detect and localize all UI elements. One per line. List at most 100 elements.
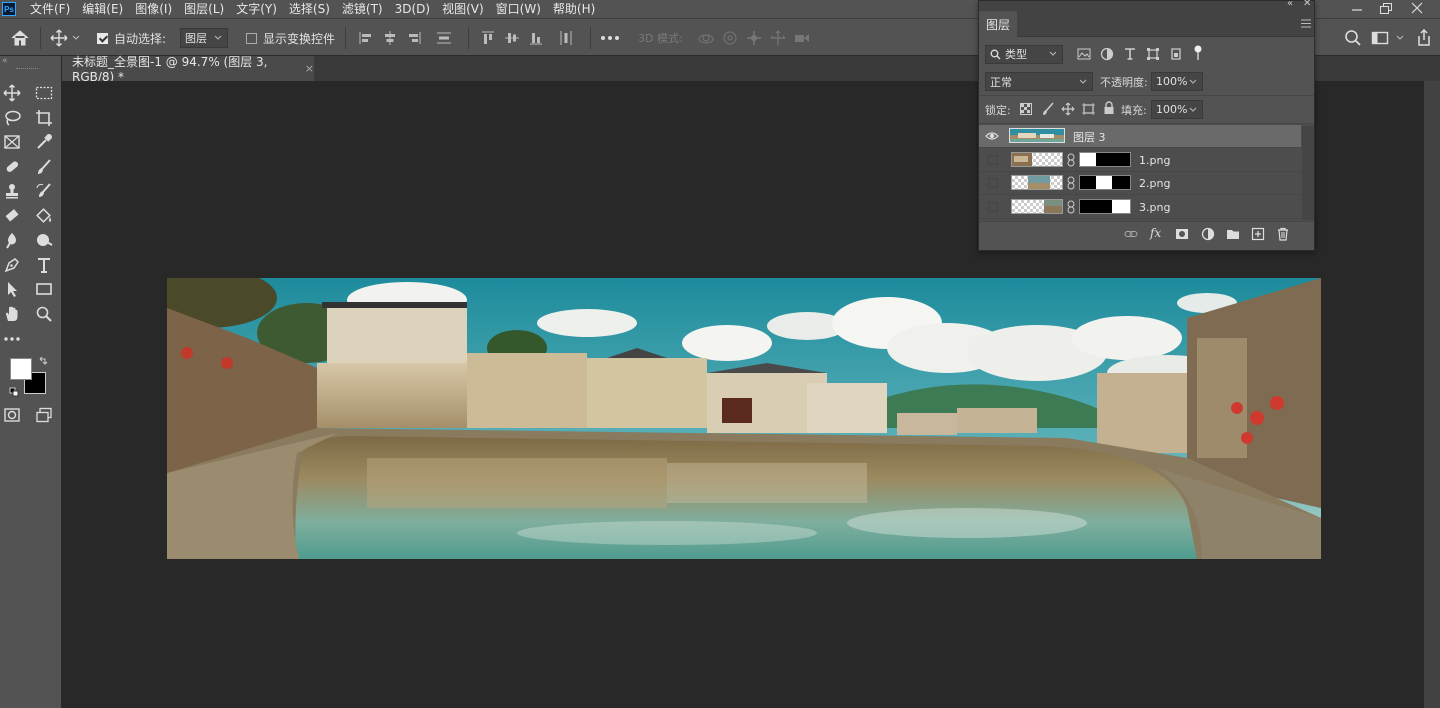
distribute-vertical-icon[interactable] (436, 30, 452, 46)
auto-select-target-dropdown[interactable]: 图层 (180, 28, 228, 48)
layer-mask-thumbnail[interactable] (1079, 175, 1131, 190)
foreground-color-swatch-top[interactable] (10, 358, 32, 380)
brush-tool[interactable] (32, 156, 56, 178)
layer-name[interactable]: 2.png (1139, 177, 1170, 190)
layer-name[interactable]: 3.png (1139, 201, 1170, 214)
clone-stamp-tool[interactable] (0, 180, 24, 202)
close-window-icon[interactable] (1411, 2, 1423, 14)
move-tool-preset[interactable] (50, 19, 81, 57)
menu-3d[interactable]: 3D(D) (389, 0, 436, 18)
history-brush-tool[interactable] (32, 180, 56, 202)
marquee-tool[interactable] (32, 82, 56, 104)
eye-icon[interactable] (985, 129, 999, 143)
document-tab[interactable]: 未标题_全景图-1 @ 94.7% (图层 3, RGB/8) * × (62, 55, 314, 84)
opacity-input[interactable]: 100% (1151, 72, 1203, 91)
frame-tool[interactable] (0, 131, 24, 153)
dodge-tool[interactable] (32, 229, 56, 251)
roll-3d-icon[interactable] (721, 30, 739, 46)
filter-type-icon[interactable] (1123, 47, 1137, 61)
zoom-tool[interactable] (32, 303, 56, 325)
pan-3d-icon[interactable] (745, 30, 763, 46)
layer-row[interactable]: 2.png (979, 172, 1301, 195)
show-transform-option[interactable]: 显示变换控件 (246, 19, 335, 57)
link-icon[interactable] (1067, 200, 1075, 214)
new-layer-icon[interactable] (1251, 227, 1265, 241)
align-right-icon[interactable] (406, 30, 422, 46)
type-tool[interactable] (32, 254, 56, 276)
pen-tool[interactable] (0, 254, 24, 276)
align-bottom-icon[interactable] (528, 30, 544, 46)
lock-position-icon[interactable] (1061, 102, 1075, 116)
eyedropper-tool[interactable] (32, 131, 56, 153)
collapse-panel-icon[interactable]: « (1287, 0, 1293, 9)
rectangle-tool[interactable] (32, 278, 56, 300)
menu-type[interactable]: 文字(Y) (230, 0, 283, 18)
restore-icon[interactable] (1379, 2, 1393, 15)
show-transform-checkbox[interactable] (246, 32, 257, 44)
lasso-tool[interactable] (0, 107, 24, 129)
align-left-icon[interactable] (358, 30, 374, 46)
delete-layer-icon[interactable] (1276, 227, 1290, 241)
path-selection-tool[interactable] (0, 278, 24, 300)
menu-help[interactable]: 帮助(H) (547, 0, 601, 18)
blur-tool[interactable] (0, 229, 24, 251)
filter-shape-icon[interactable] (1146, 47, 1160, 61)
paint-bucket-tool[interactable] (32, 205, 56, 227)
lock-all-icon[interactable] (1103, 101, 1115, 115)
layer-list-scrollbar[interactable] (1302, 126, 1314, 220)
align-middle-icon[interactable] (504, 30, 520, 46)
healing-brush-tool[interactable] (0, 156, 24, 178)
move-tool[interactable] (0, 82, 24, 104)
panel-collapse-icon[interactable]: « (2, 56, 8, 66)
layer-mask-thumbnail[interactable] (1079, 152, 1131, 167)
auto-select-checkbox[interactable] (97, 32, 108, 44)
filter-smart-object-icon[interactable] (1169, 47, 1183, 61)
link-icon[interactable] (1067, 176, 1075, 190)
workspace-button[interactable] (1371, 19, 1405, 57)
filter-kind-dropdown[interactable]: 类型 (985, 44, 1063, 64)
layer-mask-thumbnail[interactable] (1079, 199, 1131, 214)
vertical-scrollbar[interactable] (1424, 81, 1440, 708)
lock-transparent-pixels-icon[interactable] (1020, 103, 1032, 115)
visibility-toggle[interactable] (988, 155, 998, 165)
layer-name[interactable]: 图层 3 (1073, 129, 1106, 145)
blend-mode-dropdown[interactable]: 正常 (985, 72, 1093, 91)
panel-menu-icon[interactable] (1301, 19, 1311, 28)
filter-pixel-icon[interactable] (1077, 48, 1091, 60)
new-adjustment-layer-icon[interactable] (1201, 227, 1215, 241)
layer-name[interactable]: 1.png (1139, 154, 1170, 167)
menu-edit[interactable]: 编辑(E) (76, 0, 129, 18)
default-colors-icon[interactable] (9, 387, 19, 397)
edit-toolbar-button[interactable] (0, 328, 24, 350)
menu-select[interactable]: 选择(S) (283, 0, 336, 18)
menu-file[interactable]: 文件(F) (24, 0, 76, 18)
filter-toggle-icon[interactable] (1193, 44, 1203, 62)
layer-row[interactable]: 3.png (979, 196, 1301, 219)
minimize-icon[interactable] (1351, 4, 1363, 14)
quick-mask-button[interactable] (0, 404, 24, 426)
menu-view[interactable]: 视图(V) (436, 0, 490, 18)
add-layer-style-button[interactable]: fx (1150, 226, 1161, 240)
slide-3d-icon[interactable] (769, 30, 787, 46)
scale-3d-icon[interactable] (793, 30, 811, 46)
layer-row[interactable]: 1.png (979, 149, 1301, 172)
visibility-toggle[interactable] (988, 202, 998, 212)
add-mask-icon[interactable] (1175, 227, 1189, 241)
crop-tool[interactable] (32, 107, 56, 129)
swap-colors-icon[interactable] (38, 356, 48, 366)
align-top-icon[interactable] (480, 30, 496, 46)
screen-mode-button[interactable] (32, 404, 56, 426)
visibility-toggle[interactable] (988, 178, 998, 188)
search-button[interactable] (1344, 19, 1362, 57)
align-center-h-icon[interactable] (382, 30, 398, 46)
menu-window[interactable]: 窗口(W) (490, 0, 547, 18)
link-layers-icon[interactable] (1124, 227, 1138, 241)
lock-image-pixels-icon[interactable] (1041, 102, 1055, 116)
menu-filter[interactable]: 滤镜(T) (336, 0, 389, 18)
close-panel-icon[interactable]: ✕ (1303, 0, 1311, 9)
close-tab-icon[interactable]: × (305, 62, 314, 75)
menu-layer[interactable]: 图层(L) (178, 0, 230, 18)
distribute-horizontal-icon[interactable] (558, 30, 574, 46)
tab-layers[interactable]: 图层 (979, 11, 1017, 37)
lock-artboard-icon[interactable] (1081, 102, 1096, 116)
